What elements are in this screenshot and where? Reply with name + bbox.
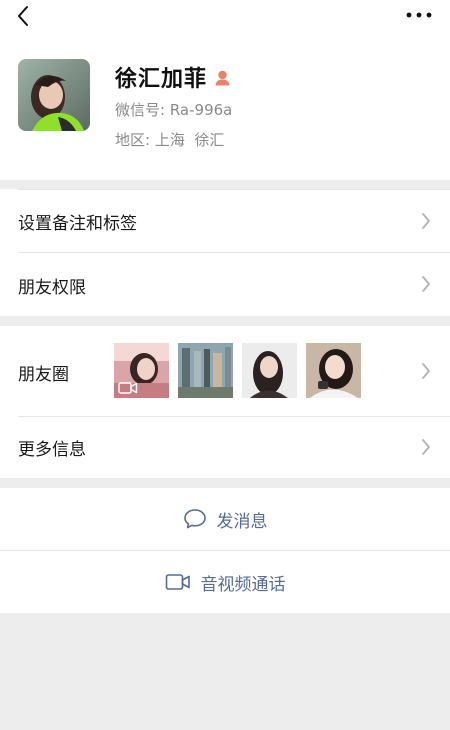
moments-photo: [242, 343, 297, 398]
wechat-id: 微信号: Ra-996a: [115, 101, 233, 119]
friend-permissions-label: 朋友权限: [18, 278, 86, 298]
friend-permissions-row[interactable]: 朋友权限: [0, 252, 450, 316]
name-row: 徐汇加菲: [115, 61, 231, 93]
moments-photo: [178, 343, 233, 398]
chat-bubble-icon: [183, 509, 206, 529]
divider: [18, 189, 450, 190]
moments-photo: [114, 343, 169, 398]
more-button[interactable]: [402, 4, 436, 26]
divider: [18, 252, 450, 253]
remark-tags-label: 设置备注和标签: [18, 214, 137, 234]
top-nav: [0, 0, 450, 32]
female-icon: [214, 69, 231, 86]
send-message-button[interactable]: 发消息: [0, 488, 450, 550]
more-info-row[interactable]: 更多信息: [0, 416, 450, 478]
more-info-label: 更多信息: [18, 440, 86, 460]
contact-name: 徐汇加菲: [115, 67, 208, 92]
region: 地区: 上海 徐汇: [115, 131, 225, 149]
chevron-right-icon: [422, 439, 430, 455]
avatar[interactable]: [18, 59, 90, 131]
divider: [18, 416, 450, 417]
back-icon: [18, 6, 28, 26]
moments-label: 朋友圈: [18, 365, 69, 385]
more-icon: [406, 12, 432, 18]
video-camera-icon: [165, 574, 190, 590]
chevron-right-icon: [422, 213, 430, 229]
chevron-right-icon: [422, 276, 430, 292]
back-button[interactable]: [10, 3, 36, 29]
chevron-right-icon: [422, 363, 430, 379]
profile-header: 徐汇加菲 微信号: Ra-996a 地区: 上海 徐汇: [0, 32, 450, 180]
moments-photos: [114, 343, 361, 398]
video-badge-icon: [118, 382, 138, 394]
video-call-label: 音视频通话: [200, 574, 286, 595]
remark-tags-row[interactable]: 设置备注和标签: [0, 189, 450, 252]
moments-photo: [306, 343, 361, 398]
video-call-button[interactable]: 音视频通话: [0, 551, 450, 613]
moments-row[interactable]: 朋友圈: [0, 326, 450, 416]
send-message-label: 发消息: [216, 511, 268, 532]
